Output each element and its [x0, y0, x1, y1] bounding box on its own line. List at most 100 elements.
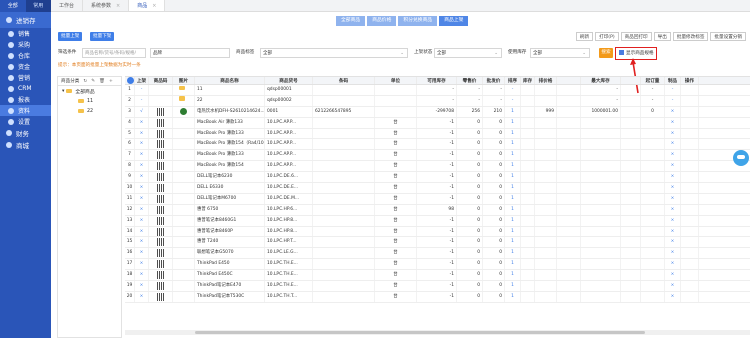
cell-sort[interactable]: 1 [505, 237, 521, 248]
cell-sort[interactable]: 1 [505, 128, 521, 139]
column-header[interactable]: 排序 [505, 77, 521, 84]
close-icon[interactable]: × [152, 3, 156, 9]
table-row[interactable]: 17 × ThinkPad E450 10.LPC.TH.E... 台 -1 0 0 1 × [125, 259, 750, 271]
cell-sort[interactable]: 1 [505, 215, 521, 226]
cell-moq[interactable]: × [665, 139, 681, 150]
batch-distribution-button[interactable]: 批量设置分销 [710, 32, 746, 41]
sidebar-item-8[interactable]: 设置 [0, 116, 51, 127]
cell-sort[interactable]: 1 [505, 150, 521, 161]
cell-moq[interactable]: × [665, 248, 681, 259]
assistant-mascot-icon[interactable] [733, 150, 749, 166]
column-header[interactable]: 起订量 [641, 77, 665, 84]
table-row[interactable]: 12 × 惠普 6750 10.LPC.HP.6... 台 98 0 0 1 × [125, 204, 750, 216]
sidebar-item-0[interactable]: 销售 [0, 28, 51, 39]
export-button[interactable]: 导出 [653, 32, 671, 41]
cell-up[interactable]: × [135, 204, 149, 215]
cell-up[interactable]: - [135, 85, 149, 95]
cell-moq[interactable]: × [665, 117, 681, 128]
cell-up[interactable]: × [135, 226, 149, 237]
refresh-icon[interactable]: ↻ [83, 79, 87, 84]
cell-moq[interactable]: × [665, 270, 681, 281]
reprint-button[interactable]: 商品回打印 [620, 32, 652, 41]
cell-moq[interactable]: × [665, 226, 681, 237]
cell-sort[interactable]: 1 [505, 204, 521, 215]
cell-up[interactable]: × [135, 161, 149, 172]
cell-moq[interactable]: × [665, 281, 681, 291]
cell-moq[interactable]: × [665, 161, 681, 172]
table-row[interactable]: 14 × 惠普笔记本8460P 10.LPC.HP.8... 台 -1 0 0 1 × [125, 226, 750, 238]
column-header[interactable]: 库存 [521, 77, 535, 84]
table-row[interactable]: 15 × 惠普 T240 10.LPC.HP.T... 台 -1 0 0 1 × [125, 237, 750, 249]
sidebar-item-6[interactable]: 报表 [0, 94, 51, 105]
cell-sort[interactable]: 1 [505, 183, 521, 193]
table-row[interactable]: 7 × MacBook Pro 薄款133 10.LPC.AP.P... 台 -1 0 0 1 × [125, 150, 750, 162]
cell-moq[interactable]: × [665, 172, 681, 183]
column-header[interactable]: 商品名称 [195, 77, 265, 84]
table-row[interactable]: 2-22 qdsp00002- - - - - - - [125, 95, 750, 107]
sidebar-item-finance[interactable]: 财务 [0, 127, 51, 139]
table-row[interactable]: 13 × 惠普笔记本8460G1 10.LPC.HP.8... 台 -1 0 0 1 × [125, 215, 750, 227]
column-header[interactable]: 最大库存 [581, 77, 621, 84]
cell-sort[interactable]: 1 [505, 161, 521, 172]
column-header[interactable]: 条码 [313, 77, 375, 84]
cell-moq[interactable]: - [665, 85, 681, 95]
subtab-points-goods[interactable]: 积分兑换商品 [398, 16, 438, 26]
cell-sort[interactable]: 1 [505, 193, 521, 204]
cell-sort[interactable]: 1 [505, 281, 521, 291]
cell-sort[interactable]: 1 [505, 139, 521, 150]
stock-select[interactable]: 全部 ⌄ [530, 48, 590, 58]
cell-moq[interactable]: × [665, 215, 681, 226]
cell-up[interactable]: × [135, 259, 149, 270]
shelf-select[interactable]: 全部 ⌄ [434, 48, 502, 58]
subtab-goods-shelf[interactable]: 商品上架 [439, 16, 469, 26]
batch-shelve-button[interactable]: 批量上架 [58, 32, 83, 41]
cell-sort[interactable]: - [505, 95, 521, 106]
sidebar-item-5[interactable]: CRM [0, 83, 51, 94]
column-header[interactable]: 零售价 [457, 77, 483, 84]
cell-up[interactable]: × [135, 237, 149, 248]
tab-workbench[interactable]: 工作台 [51, 0, 84, 11]
sidebar-item-3[interactable]: 资金 [0, 61, 51, 72]
column-header[interactable]: 单位 [375, 77, 417, 84]
table-row[interactable]: 5 × MacBook Pro 薄款133 10.LPC.AP.P... 台 -1 0 0 1 × [125, 128, 750, 140]
cell-up[interactable]: × [135, 150, 149, 161]
table-row[interactable]: 18 × ThinkPad E450C 10.LPC.TH.E... 台 -1 0 0 1 × [125, 270, 750, 282]
table-row[interactable]: 6 × MacBook Pro 薄款154（Ra4/10... 10.LPC.AP.P… [125, 139, 750, 151]
table-row[interactable]: 19 × ThinkPad笔记本E470 10.LPC.TH.E... 台 -1 0 0 1 × [125, 281, 750, 292]
cell-up[interactable]: - [135, 95, 149, 106]
sidebar-item-7[interactable]: 资料 [0, 105, 51, 116]
cell-sort[interactable]: - [505, 85, 521, 95]
tag-select[interactable]: 全部 ⌄ [260, 48, 408, 58]
cell-up[interactable]: × [135, 117, 149, 128]
print-button[interactable]: 打印(P) [595, 32, 619, 41]
cell-up[interactable]: × [135, 248, 149, 259]
cell-moq[interactable]: × [665, 150, 681, 161]
tree-node[interactable]: 22 [58, 106, 121, 116]
cell-up[interactable]: × [135, 183, 149, 193]
table-row[interactable]: 16 × 联想笔记本G5070 10.LPC.LE.G... 台 -1 0 0 1 × [125, 248, 750, 260]
cell-moq[interactable]: × [665, 193, 681, 204]
refresh-button[interactable]: 刷新 [575, 32, 594, 41]
column-header[interactable]: 排价格 [535, 77, 557, 84]
cell-moq[interactable]: × [665, 259, 681, 270]
cell-up[interactable]: × [135, 139, 149, 150]
tab-system-params[interactable]: 系统参数 × [83, 0, 130, 11]
subtab-goods-price[interactable]: 商品价格 [367, 16, 397, 26]
cell-moq[interactable]: × [665, 128, 681, 139]
add-icon[interactable]: + [109, 79, 113, 84]
column-header[interactable]: 可用库存 [417, 77, 457, 84]
cell-up[interactable]: × [135, 172, 149, 183]
table-row[interactable]: 11 × DELL笔记本M6700 10.LPC.DE.M... 台 -1 0 0 1 × [125, 193, 750, 205]
column-header[interactable] [621, 77, 641, 84]
column-header[interactable]: 制品 [665, 77, 681, 84]
cell-sort[interactable]: 1 [505, 259, 521, 270]
cell-up[interactable]: × [135, 291, 149, 302]
close-icon[interactable]: × [116, 3, 120, 9]
column-header[interactable]: 操作 [681, 77, 699, 84]
table-row[interactable]: 20 × ThinkPad笔记本T530C 10.LPC.TH.T... 台 -1 0 0 1 × [125, 291, 750, 303]
column-header[interactable]: 商品码 [149, 77, 173, 84]
batch-tag-button[interactable]: 批量修改标签 [672, 32, 709, 41]
cell-moq[interactable]: × [665, 106, 681, 117]
table-row[interactable]: 10 × DELL E6330 10.LPC.DE.E... 台 -1 0 0 1 × [125, 183, 750, 194]
tree-node-root[interactable]: ▾ 全部商品 [58, 86, 121, 96]
